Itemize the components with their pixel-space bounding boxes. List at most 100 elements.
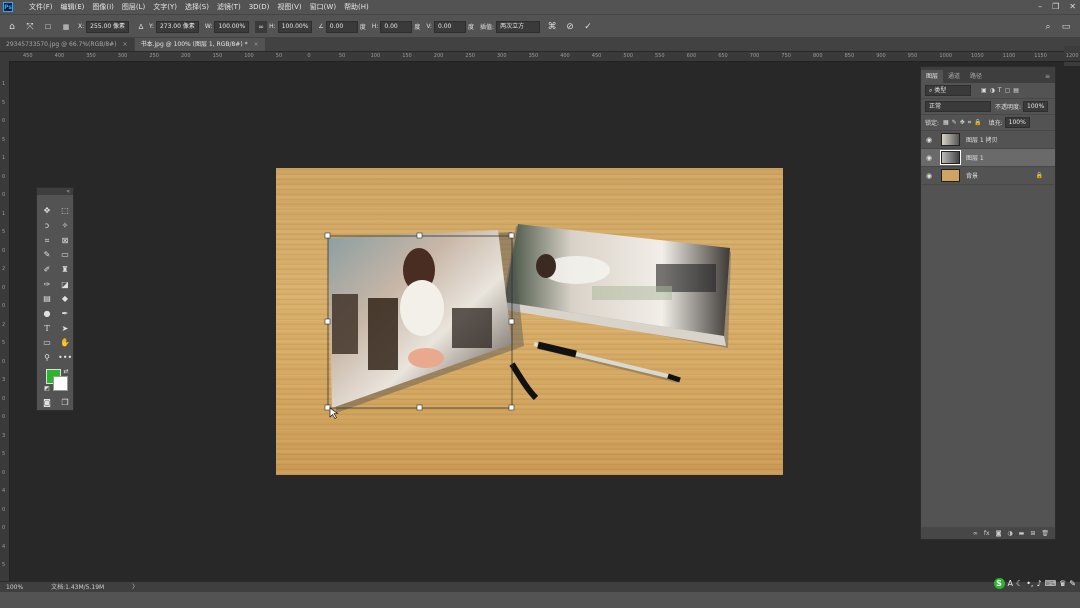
fill-input[interactable]: 100% — [1004, 117, 1030, 128]
visibility-eye-icon[interactable]: ◉ — [923, 172, 935, 180]
tab-document-1[interactable]: 29345733570.jpg @ 66.7%(RGB/8#) × — [0, 38, 134, 51]
frame-tool-icon[interactable]: ⊠ — [58, 235, 72, 247]
menu-image[interactable]: 图像(I) — [88, 0, 118, 14]
menu-help[interactable]: 帮助(H) — [340, 0, 373, 14]
cancel-transform-icon[interactable]: ⊘ — [564, 21, 576, 33]
visibility-eye-icon[interactable]: ◉ — [923, 154, 935, 162]
blur-tool-icon[interactable]: ◆ — [58, 293, 72, 305]
reference-point-icon[interactable]: ▦ — [60, 21, 72, 33]
layer-style-icon[interactable]: fx — [984, 530, 990, 537]
document-size[interactable]: 文档:1.43M/5.19M — [51, 584, 104, 591]
hand-tool-icon[interactable]: ✋ — [58, 337, 72, 349]
sogou-logo-icon[interactable]: S — [993, 577, 1005, 589]
workspace-icon[interactable]: ▭ — [1060, 21, 1072, 33]
quick-mask-icon[interactable]: ◙ — [40, 397, 54, 409]
link-layers-icon[interactable]: ∞ — [973, 530, 978, 537]
transform-tool-icon[interactable]: ⤧ — [24, 21, 36, 33]
menu-type[interactable]: 文字(Y) — [149, 0, 181, 14]
background-color-swatch[interactable] — [53, 376, 68, 391]
minimize-icon[interactable]: – — [1038, 0, 1042, 14]
rectangle-tool-icon[interactable]: ▭ — [40, 337, 54, 349]
eraser-tool-icon[interactable]: ◪ — [58, 279, 72, 291]
transform-handle[interactable] — [416, 404, 423, 411]
layer-mask-icon[interactable]: ◙ — [996, 530, 1002, 537]
tab-channels[interactable]: 通道 — [943, 70, 965, 83]
layer-row[interactable]: ◉ 图层 1 拷贝 — [921, 131, 1055, 149]
vskew-input[interactable]: 0.00 — [434, 20, 467, 33]
crop-tool-icon[interactable]: ⌗ — [40, 235, 54, 247]
menu-view[interactable]: 视图(V) — [273, 0, 305, 14]
magic-wand-tool-icon[interactable]: ✧ — [58, 220, 72, 232]
punct-icon[interactable]: •, — [1026, 579, 1033, 588]
healing-tool-icon[interactable]: ▭ — [58, 249, 72, 261]
blend-mode-select[interactable]: 正常 — [925, 101, 991, 112]
default-colors-icon[interactable]: ◩ — [40, 383, 54, 395]
skin-icon[interactable]: ♛ — [1059, 579, 1066, 588]
more-tools-icon[interactable]: ••• — [58, 352, 72, 364]
tools-icon[interactable]: ✎ — [1069, 579, 1076, 588]
transform-handle[interactable] — [324, 404, 331, 411]
swap-colors-icon[interactable]: ⇄ — [59, 366, 73, 378]
keyboard-icon[interactable]: ⌨ — [1045, 579, 1057, 588]
h-input[interactable]: 100.00% — [277, 20, 313, 33]
link-icon[interactable]: ∞ — [255, 20, 268, 33]
new-layer-icon[interactable]: ⊞ — [1030, 530, 1035, 537]
stamp-tool-icon[interactable]: ♜ — [58, 264, 72, 276]
home-icon[interactable]: ⌂ — [6, 21, 18, 33]
interpolation-select[interactable]: 两次立方 — [496, 20, 541, 33]
mic-icon[interactable]: ♪ — [1036, 579, 1041, 588]
tab-paths[interactable]: 路径 — [965, 70, 987, 83]
menu-file[interactable]: 文件(F) — [25, 0, 57, 14]
menu-edit[interactable]: 编辑(E) — [57, 0, 89, 14]
marquee-tool-icon[interactable]: ⬚ — [58, 205, 72, 217]
type-tool-icon[interactable]: T — [40, 323, 54, 335]
adjustment-layer-icon[interactable]: ◑ — [1007, 530, 1012, 537]
transform-handle[interactable] — [416, 232, 423, 239]
move-tool-icon[interactable]: ✥ — [40, 205, 54, 217]
transform-handle[interactable] — [508, 232, 515, 239]
opacity-input[interactable]: 100% — [1023, 101, 1049, 112]
ime-mode-icon[interactable]: A — [1008, 579, 1013, 588]
lock-icons[interactable]: ▦✎✥⌗🔒 — [943, 119, 985, 127]
x-input[interactable]: 255.00 像素 — [86, 20, 130, 33]
panel-menu-icon[interactable]: ≡ — [1040, 70, 1055, 83]
visibility-eye-icon[interactable]: ◉ — [923, 136, 935, 144]
search-icon[interactable]: ⌕ — [1042, 21, 1054, 33]
layer-row[interactable]: ◉ 图层 1 — [921, 149, 1055, 167]
layer-row[interactable]: ◉ 背景 🔒 — [921, 167, 1055, 185]
pen-tool-icon[interactable]: ✒ — [58, 308, 72, 320]
menu-filter[interactable]: 滤镜(T) — [213, 0, 245, 14]
lasso-tool-icon[interactable]: ↄ — [40, 220, 54, 232]
vertical-ruler[interactable]: 150510015020025030035040045 — [0, 61, 10, 581]
document-canvas[interactable] — [276, 168, 783, 475]
transform-handle[interactable] — [508, 404, 515, 411]
filter-icons[interactable]: ▣◑T▢▤ — [981, 87, 1022, 94]
menu-3d[interactable]: 3D(D) — [245, 0, 274, 14]
path-selection-tool-icon[interactable]: ➤ — [58, 323, 72, 335]
delete-layer-icon[interactable]: 🗑 — [1041, 530, 1049, 537]
zoom-level[interactable]: 100% — [6, 584, 23, 591]
status-menu-arrow[interactable]: 〉 — [132, 584, 138, 591]
screen-mode-icon[interactable]: ❐ — [58, 397, 72, 409]
transform-handle[interactable] — [508, 318, 515, 325]
brush-tool-icon[interactable]: ✐ — [40, 264, 54, 276]
layer-kind-filter[interactable]: ⌕ 类型 — [925, 85, 971, 96]
close-tab-icon[interactable]: × — [123, 41, 128, 48]
hskew-input[interactable]: 0.00 — [380, 20, 413, 33]
delta-icon[interactable]: Δ — [135, 21, 147, 33]
transform-handle[interactable] — [324, 318, 331, 325]
history-brush-tool-icon[interactable]: ✑ — [40, 279, 54, 291]
toolbar-grip[interactable]: « — [37, 188, 73, 195]
warp-mode-icon[interactable]: ⌘ — [546, 21, 558, 33]
menu-select[interactable]: 选择(S) — [181, 0, 213, 14]
tab-document-2[interactable]: 书本.jpg @ 100% (图层 1, RGB/8#) * × — [134, 38, 265, 51]
commit-transform-icon[interactable]: ✓ — [582, 21, 594, 33]
eyedropper-tool-icon[interactable]: ✎ — [40, 249, 54, 261]
moon-icon[interactable]: ☾ — [1016, 579, 1023, 588]
zoom-tool-icon[interactable]: ⚲ — [40, 352, 54, 364]
restore-icon[interactable]: ❐ — [1052, 0, 1059, 14]
tab-layers[interactable]: 图层 — [921, 70, 944, 83]
gradient-tool-icon[interactable]: ▤ — [40, 293, 54, 305]
close-icon[interactable]: ✕ — [1069, 0, 1076, 14]
y-input[interactable]: 273.00 像素 — [155, 20, 199, 33]
